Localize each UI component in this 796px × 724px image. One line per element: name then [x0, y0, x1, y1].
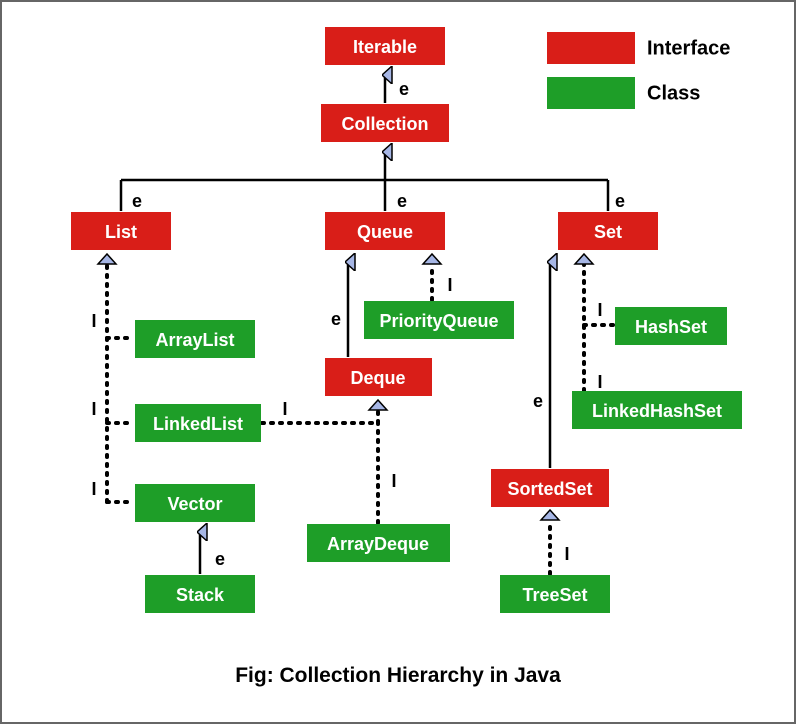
arrow-treeset	[541, 510, 559, 520]
legend-class-swatch	[547, 77, 635, 109]
node-vector: Vector	[135, 484, 255, 522]
legend-class-label: Class	[647, 82, 700, 104]
arrow-priorityqueue	[423, 254, 441, 264]
edge-label-e-7: e	[533, 391, 543, 411]
edge-label-e-6: e	[331, 309, 341, 329]
caption: Fig: Collection Hierarchy in Java	[235, 664, 561, 687]
edge-label-I-9: I	[564, 544, 569, 564]
svg-text:LinkedHashSet: LinkedHashSet	[592, 401, 722, 421]
node-list: List	[71, 212, 171, 250]
edge-label-e-2: e	[132, 191, 142, 211]
edge-label-I-7: I	[597, 300, 602, 320]
arrow-set-trunk	[575, 254, 593, 264]
edge-label-e-1: e	[399, 79, 409, 99]
node-priorityqueue: PriorityQueue	[364, 301, 514, 339]
edge-label-I-4: I	[447, 275, 452, 295]
node-arraydeque: ArrayDeque	[307, 524, 450, 562]
svg-text:TreeSet: TreeSet	[522, 585, 587, 605]
node-set: Set	[558, 212, 658, 250]
node-linkedlist: LinkedList	[135, 404, 261, 442]
svg-text:LinkedList: LinkedList	[153, 414, 243, 434]
svg-text:Queue: Queue	[357, 222, 413, 242]
legend: Interface Class	[547, 32, 730, 109]
node-queue: Queue	[325, 212, 445, 250]
node-deque: Deque	[325, 358, 432, 396]
edge-label-e-3: e	[397, 191, 407, 211]
svg-text:PriorityQueue: PriorityQueue	[379, 311, 498, 331]
arrow-list-trunk	[98, 254, 116, 264]
node-arraylist: ArrayList	[135, 320, 255, 358]
edge-label-e-5: e	[215, 549, 225, 569]
svg-text:Set: Set	[594, 222, 622, 242]
legend-interface-swatch	[547, 32, 635, 64]
diagram-svg: Interface Class e e e e I I I e e I I I …	[2, 2, 794, 722]
edge-label-I-6: I	[391, 471, 396, 491]
svg-text:List: List	[105, 222, 137, 242]
node-sortedset: SortedSet	[491, 469, 609, 507]
svg-text:Deque: Deque	[350, 368, 405, 388]
svg-text:ArrayDeque: ArrayDeque	[327, 534, 429, 554]
diagram-frame: Interface Class e e e e I I I e e I I I …	[0, 0, 796, 724]
svg-text:Stack: Stack	[176, 585, 225, 605]
edge-label-I-1: I	[91, 311, 96, 331]
edge-label-I-8: I	[597, 372, 602, 392]
edge-label-e-4: e	[615, 191, 625, 211]
node-hashset: HashSet	[615, 307, 727, 345]
svg-text:ArrayList: ArrayList	[155, 330, 234, 350]
node-treeset: TreeSet	[500, 575, 610, 613]
edge-label-I-3: I	[91, 479, 96, 499]
svg-text:HashSet: HashSet	[635, 317, 707, 337]
node-collection: Collection	[321, 104, 449, 142]
svg-text:Iterable: Iterable	[353, 37, 417, 57]
legend-interface-label: Interface	[647, 37, 730, 59]
node-iterable: Iterable	[325, 27, 445, 65]
node-linkedhashset: LinkedHashSet	[572, 391, 742, 429]
svg-text:Vector: Vector	[167, 494, 222, 514]
node-stack: Stack	[145, 575, 255, 613]
arrow-linkedlist-deque	[369, 400, 387, 410]
svg-text:Collection: Collection	[341, 114, 428, 134]
edge-label-I-2: I	[91, 399, 96, 419]
svg-text:SortedSet: SortedSet	[507, 479, 592, 499]
edge-label-I-5: I	[282, 399, 287, 419]
